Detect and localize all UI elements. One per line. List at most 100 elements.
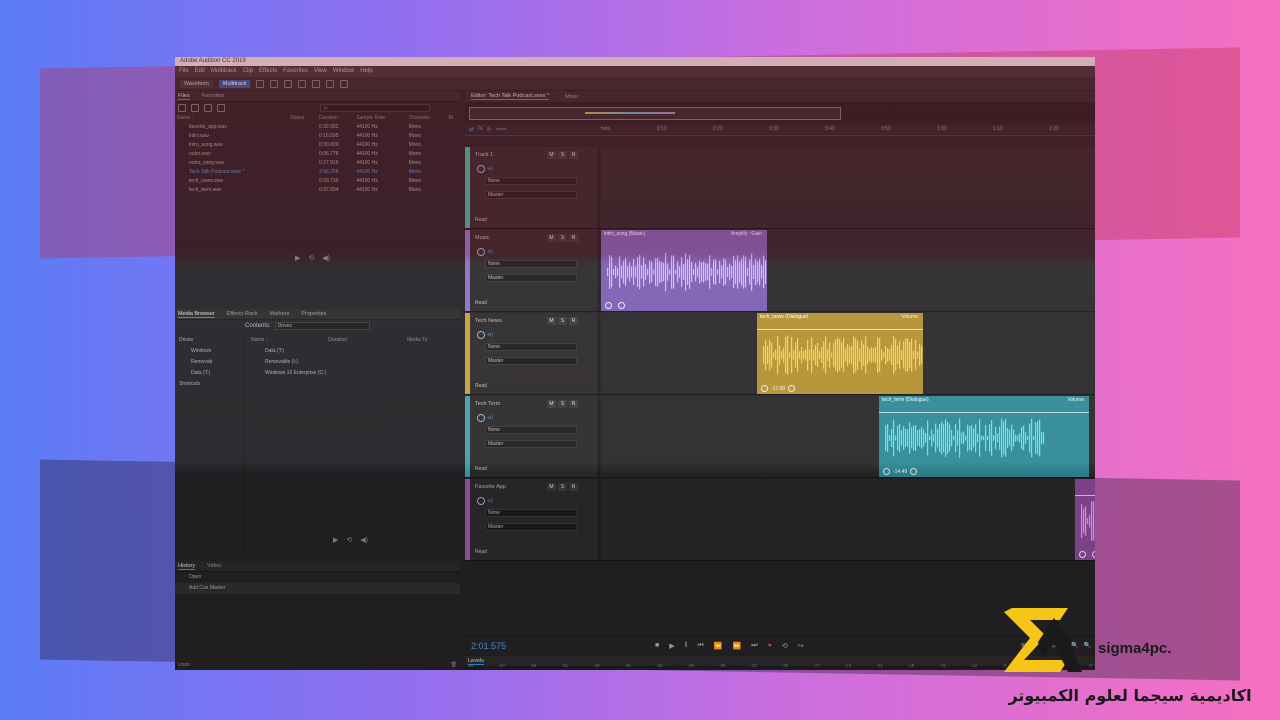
clip-pan-icon[interactable] (910, 468, 918, 475)
tab-properties[interactable]: Properties (301, 311, 326, 317)
automation-mode-select[interactable]: Read (475, 300, 577, 306)
skip-back-icon[interactable]: ⏮ (698, 642, 704, 650)
files-column-header[interactable]: Channels (407, 114, 447, 122)
record-arm-button[interactable]: R (569, 151, 578, 159)
menu-item-multitrack[interactable]: Multitrack (211, 66, 237, 77)
menu-item-file[interactable]: File (179, 66, 189, 77)
track-lane[interactable] (601, 147, 1095, 228)
sync-icon[interactable]: ⇄ (469, 126, 474, 133)
skip-selection-icon[interactable]: ↪ (798, 642, 804, 650)
files-column-header[interactable]: Bi (447, 114, 460, 122)
track-volume[interactable]: +0 (477, 248, 493, 256)
loop-icon[interactable]: ⟲ (782, 642, 788, 650)
menu-item-help[interactable]: Help (360, 66, 372, 77)
volume-knob-icon[interactable] (477, 248, 485, 256)
track-volume[interactable]: +0 (477, 414, 493, 422)
track-name[interactable]: Music (475, 235, 535, 243)
clip-volume-icon[interactable] (1079, 551, 1086, 558)
track-input-select[interactable]: None (485, 426, 577, 434)
track-input-select[interactable]: None (485, 177, 577, 185)
sends-icon[interactable]: ⊪ (487, 126, 492, 133)
clip-volume-icon[interactable] (761, 385, 768, 392)
clip-volume-icon[interactable] (883, 468, 890, 475)
tree-item[interactable]: Drives (179, 335, 244, 346)
tree-item[interactable]: Shortcuts (179, 379, 244, 390)
history-item[interactable]: Add Cue Marker (175, 583, 460, 594)
clip-volume-icon[interactable] (605, 302, 612, 309)
track-lane[interactable] (601, 479, 1095, 560)
play-icon[interactable]: ▶ (295, 254, 300, 262)
tab-history[interactable]: History (178, 563, 196, 570)
files-column-header[interactable]: Status (288, 114, 317, 122)
file-row[interactable]: intro.wav 0:16.595 44100 Hz Mono (175, 131, 460, 140)
files-search-input[interactable]: ρ- (320, 104, 430, 112)
menu-item-clip[interactable]: Clip (243, 66, 253, 77)
contents-select[interactable]: Drives (274, 322, 370, 330)
column-name[interactable]: Name ↑ (251, 335, 268, 346)
tree-item[interactable]: Windows (179, 346, 244, 357)
timeline-ruler[interactable]: ⇄ fx ⊪ ⩶ hms 0:10 0:20 0:30 0:40 0:50 1:00 1:10… (465, 124, 1095, 136)
time-selection-icon[interactable] (298, 79, 307, 88)
track-volume[interactable]: +0 (477, 331, 493, 339)
multitrack-button[interactable]: Multitrack (218, 79, 251, 88)
play-icon[interactable]: ▶ (669, 642, 674, 650)
mute-button[interactable]: M (547, 151, 556, 159)
menu-item-effects[interactable]: Effects (259, 66, 277, 77)
autoplay-icon[interactable]: ◀) (360, 536, 368, 544)
fx-icon[interactable]: fx (478, 126, 483, 133)
tree-item[interactable]: Data (T:) (179, 368, 244, 379)
column-media-type[interactable]: Media Ty (407, 335, 427, 346)
move-tool-icon[interactable] (256, 79, 265, 88)
volume-knob-icon[interactable] (477, 414, 485, 422)
audio-clip[interactable]: intro_song (Music) Amplify : Gain (601, 230, 767, 311)
file-row[interactable]: intro_song.wav 0:30.000 44100 Hz Mono (175, 140, 460, 149)
track-name[interactable]: Favorite App (475, 484, 535, 492)
tab-editor[interactable]: Editor: Tech Talk Podcast.sesx * (471, 93, 550, 100)
track-volume[interactable]: +0 (477, 165, 493, 173)
razor-tool-icon[interactable] (270, 79, 279, 88)
tab-favorites[interactable]: Favorites (202, 93, 225, 99)
file-row[interactable]: Tech Talk Podcast.sesx * 2:56.256 44100 Hz… (175, 167, 460, 176)
clip-pan-icon[interactable] (618, 302, 625, 309)
rewind-icon[interactable]: ⏪ (714, 642, 723, 650)
solo-button[interactable]: S (558, 151, 567, 159)
slip-tool-icon[interactable] (284, 79, 293, 88)
file-row[interactable]: outro_song.wav 0:27.915 44100 Hz Mono (175, 158, 460, 167)
eq-icon[interactable]: ⩶ (496, 126, 506, 133)
clip-pan-icon[interactable] (1092, 551, 1095, 558)
mute-button[interactable]: M (547, 234, 556, 242)
session-overview[interactable] (465, 102, 1095, 124)
waveform-button[interactable]: Waveform (180, 79, 213, 88)
track-lane[interactable]: tech_news (Dialogue) Volume -17.00 (601, 313, 1095, 394)
mute-button[interactable]: M (547, 483, 556, 491)
play-icon[interactable]: ▶ (333, 536, 338, 544)
tab-files[interactable]: Files (178, 93, 190, 100)
open-file-icon[interactable] (191, 104, 199, 112)
close-file-icon[interactable] (217, 104, 225, 112)
file-row[interactable]: tech_news.wav 0:29.735 44100 Hz Mono (175, 176, 460, 185)
track-lane[interactable]: intro_song (Music) Amplify : Gain (601, 230, 1095, 311)
stop-icon[interactable]: ■ (655, 642, 659, 650)
audio-clip[interactable]: tech_news (Dialogue) Volume -17.00 (757, 313, 923, 394)
drive-row[interactable]: Data (T:) (251, 346, 460, 357)
audio-clip[interactable]: tech_term (Dialogue) Volume -14.49 (879, 396, 1089, 477)
menu-item-edit[interactable]: Edit (195, 66, 205, 77)
menu-item-window[interactable]: Window (333, 66, 354, 77)
import-icon[interactable] (204, 104, 212, 112)
solo-button[interactable]: S (558, 317, 567, 325)
track-input-select[interactable]: None (485, 260, 577, 268)
clip-volume-envelope[interactable] (1075, 495, 1095, 496)
track-volume[interactable]: +0 (477, 497, 493, 505)
tab-effects-rack[interactable]: Effects Rack (227, 311, 258, 317)
menu-item-favorites[interactable]: Favorites (283, 66, 308, 77)
track-output-select[interactable]: Master (485, 523, 577, 531)
record-arm-button[interactable]: R (569, 483, 578, 491)
files-column-header[interactable]: Sample Rate (354, 114, 406, 122)
automation-mode-select[interactable]: Read (475, 549, 577, 555)
volume-knob-icon[interactable] (477, 165, 485, 173)
files-column-header[interactable]: Name ↑ (175, 114, 288, 122)
track-output-select[interactable]: Master (485, 191, 577, 199)
track-output-select[interactable]: Master (485, 274, 577, 282)
track-input-select[interactable]: None (485, 509, 577, 517)
clip-pan-icon[interactable] (788, 385, 796, 392)
